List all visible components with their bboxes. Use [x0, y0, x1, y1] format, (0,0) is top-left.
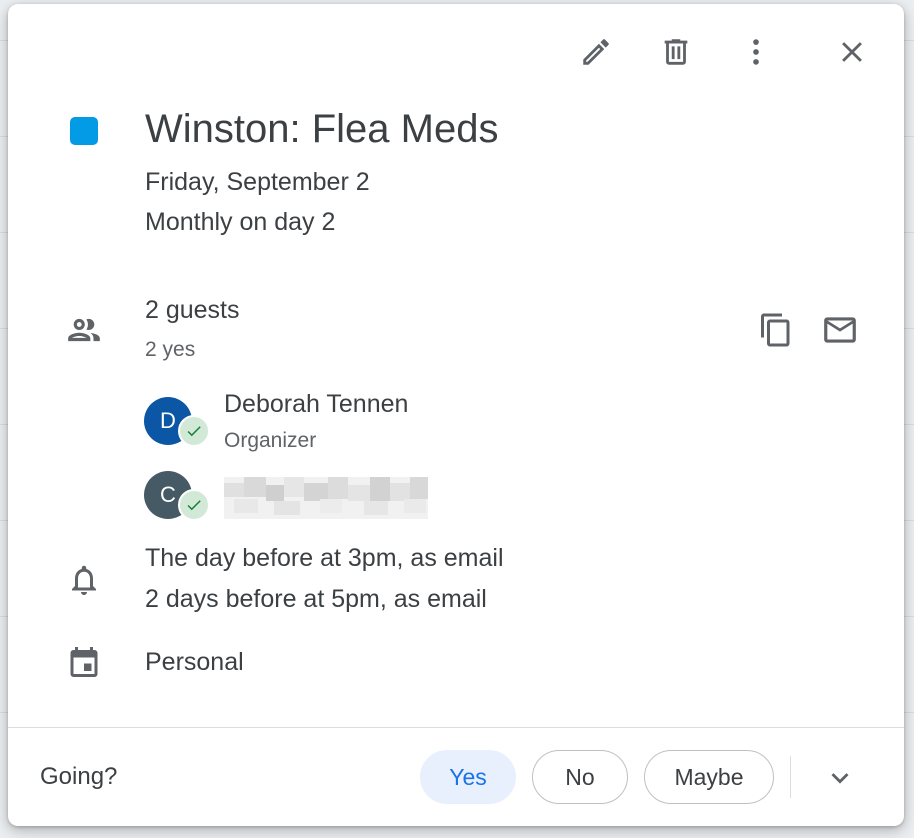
people-icon [64, 310, 104, 350]
divider [790, 756, 791, 798]
bell-icon [64, 560, 104, 600]
close-icon[interactable] [830, 30, 874, 74]
rsvp-maybe-button[interactable]: Maybe [644, 750, 774, 804]
redacted-guest-name [224, 477, 428, 519]
accepted-check-icon [178, 489, 210, 521]
event-color-square [70, 117, 98, 145]
event-details-dialog: Winston: Flea Meds Friday, September 2 M… [8, 4, 904, 826]
edit-icon[interactable] [574, 30, 618, 74]
copy-icon[interactable] [754, 308, 798, 352]
guest-role: Organizer [224, 429, 317, 452]
avatar-initial: C [160, 482, 176, 507]
guest-count: 2 guests [145, 296, 240, 324]
more-vert-icon[interactable] [734, 30, 778, 74]
reminder-item: The day before at 3pm, as email [145, 544, 504, 572]
email-guests-icon[interactable] [818, 308, 862, 352]
divider [8, 727, 904, 728]
event-date: Friday, September 2 [145, 168, 370, 196]
event-title: Winston: Flea Meds [145, 107, 499, 151]
reminder-item: 2 days before at 5pm, as email [145, 585, 487, 613]
guest-summary: 2 yes [145, 338, 196, 361]
rsvp-yes-button[interactable]: Yes [420, 750, 516, 804]
avatar-initial: D [160, 408, 176, 433]
rsvp-no-button[interactable]: No [532, 750, 628, 804]
chevron-down-icon[interactable] [818, 756, 862, 800]
accepted-check-icon [178, 415, 210, 447]
delete-icon[interactable] [654, 30, 698, 74]
guest-name: Deborah Tennen [224, 390, 409, 418]
event-recurrence: Monthly on day 2 [145, 208, 336, 236]
calendar-name: Personal [145, 648, 244, 676]
calendar-icon [64, 642, 104, 682]
going-label: Going? [40, 763, 118, 790]
